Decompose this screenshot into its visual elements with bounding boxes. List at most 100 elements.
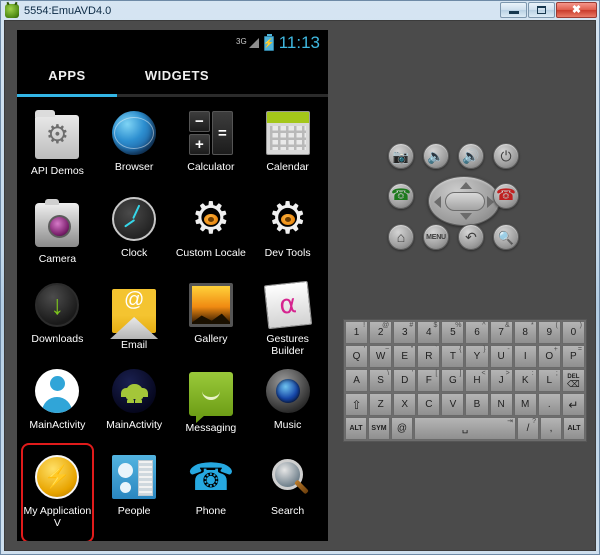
- key-g[interactable]: G]: [441, 369, 465, 392]
- key-v[interactable]: V: [441, 393, 465, 416]
- maximize-button[interactable]: [528, 2, 555, 18]
- key-sup: ): [579, 322, 582, 329]
- app-icon-custom-locale[interactable]: ⚙ Custom Locale: [173, 191, 250, 277]
- key-4[interactable]: 4 $: [417, 321, 441, 344]
- key-o[interactable]: O +: [537, 345, 561, 368]
- key-z[interactable]: Z: [369, 393, 393, 416]
- key-8[interactable]: 8 *: [513, 321, 537, 344]
- home-button[interactable]: ⌂: [388, 224, 414, 250]
- app-icon-phone[interactable]: Phone: [173, 449, 250, 535]
- app-icon-messaging[interactable]: Messaging: [173, 363, 250, 449]
- app-label: Browser: [114, 161, 154, 173]
- app-icon-gallery[interactable]: Gallery: [173, 277, 250, 363]
- key-label: S: [377, 375, 384, 386]
- key-f[interactable]: F[: [417, 369, 441, 392]
- app-icon-mainactivity-2[interactable]: MainActivity: [96, 363, 173, 449]
- key-d[interactable]: D ': [393, 369, 417, 392]
- key-alt-left[interactable]: ALT: [345, 417, 367, 440]
- app-icon-people[interactable]: People: [96, 449, 173, 535]
- app-icon-search[interactable]: Search: [249, 449, 326, 535]
- app-icon-camera[interactable]: Camera: [19, 191, 96, 277]
- key-j[interactable]: J >: [489, 369, 513, 392]
- key-r[interactable]: R `: [417, 345, 441, 368]
- app-icon-calculator[interactable]: − = + Calculator: [173, 105, 250, 191]
- key-c[interactable]: C: [417, 393, 441, 416]
- key-b[interactable]: B: [465, 393, 489, 416]
- app-icon-music[interactable]: Music: [249, 363, 326, 449]
- key-x[interactable]: X: [393, 393, 417, 416]
- key-t[interactable]: T{: [441, 345, 465, 368]
- app-icon-downloads[interactable]: Downloads: [19, 277, 96, 363]
- key-q[interactable]: Q ': [345, 345, 369, 368]
- app-icon-email[interactable]: Email: [96, 277, 173, 363]
- app-icon-dev-tools[interactable]: ⚙ Dev Tools: [249, 191, 326, 277]
- dpad-down-icon[interactable]: [460, 213, 472, 220]
- app-icon-clock[interactable]: Clock: [96, 191, 173, 277]
- key-i[interactable]: I: [513, 345, 537, 368]
- key-shift[interactable]: ⇧: [345, 393, 369, 416]
- volume-down-button[interactable]: 🔈: [423, 143, 449, 169]
- gesture-pad-icon: [263, 280, 312, 330]
- dpad[interactable]: [428, 176, 500, 226]
- key-6[interactable]: 6 ^: [465, 321, 489, 344]
- key-label: R: [425, 351, 433, 362]
- key-m[interactable]: M: [513, 393, 537, 416]
- tab-widgets[interactable]: WIDGETS: [117, 56, 237, 94]
- key-7[interactable]: 7 &: [489, 321, 513, 344]
- key-sup: {: [459, 346, 462, 353]
- key-5[interactable]: 5%: [441, 321, 465, 344]
- key-l[interactable]: L;: [537, 369, 561, 392]
- key-enter[interactable]: ↵: [561, 393, 585, 416]
- key-space[interactable]: ␣ ⇥: [414, 417, 516, 440]
- key-comma[interactable]: ,: [540, 417, 562, 440]
- dpad-up-icon[interactable]: [460, 182, 472, 189]
- key-w[interactable]: W ~: [369, 345, 393, 368]
- key-2[interactable]: 2 @: [369, 321, 393, 344]
- key-a[interactable]: A: [345, 369, 369, 392]
- app-icon-browser[interactable]: Browser: [96, 105, 173, 191]
- volume-up-button[interactable]: 🔊: [458, 143, 484, 169]
- call-button[interactable]: ☎: [388, 183, 414, 209]
- key-alt-right[interactable]: ALT: [563, 417, 585, 440]
- key-delete[interactable]: DEL ⌫: [561, 369, 585, 392]
- key-label: /: [526, 423, 530, 434]
- app-icon-mainactivity-1[interactable]: MainActivity: [19, 363, 96, 449]
- key-3[interactable]: 3 #: [393, 321, 417, 344]
- end-call-button[interactable]: ☎: [493, 183, 519, 209]
- key-9[interactable]: 9(: [537, 321, 561, 344]
- key-1[interactable]: 1!: [345, 321, 369, 344]
- dpad-left-icon[interactable]: [434, 196, 441, 208]
- minimize-button[interactable]: [500, 2, 527, 18]
- contact-card-icon: [112, 455, 157, 499]
- key-slash[interactable]: / ?: [517, 417, 539, 440]
- app-icon-api-demos[interactable]: API Demos: [19, 105, 96, 191]
- tab-apps[interactable]: APPS: [17, 56, 117, 94]
- search-button[interactable]: 🔍: [493, 224, 519, 250]
- app-icon-my-application-v[interactable]: My Application V: [19, 443, 96, 541]
- key-sym[interactable]: SYM: [368, 417, 390, 440]
- close-button[interactable]: ✖: [556, 2, 597, 18]
- key-label: I: [523, 351, 527, 362]
- key-k[interactable]: K:: [513, 369, 537, 392]
- power-button[interactable]: ⏻: [493, 143, 519, 169]
- key-period[interactable]: .: [537, 393, 561, 416]
- key-y[interactable]: Y}: [465, 345, 489, 368]
- dpad-center-button[interactable]: [445, 192, 485, 211]
- key-s[interactable]: S \: [369, 369, 393, 392]
- device-screen[interactable]: 3G ⚡ 11:13 APPS WIDGETS ⚙ API Demos Brow…: [17, 30, 328, 541]
- key-h[interactable]: H <: [465, 369, 489, 392]
- back-button[interactable]: ↶: [458, 224, 484, 250]
- gear-icon: ⚙: [266, 197, 310, 241]
- key-n[interactable]: N: [489, 393, 513, 416]
- menu-button[interactable]: MENU: [423, 224, 449, 250]
- camera-button[interactable]: 📷: [388, 143, 414, 169]
- app-icon-gestures-builder[interactable]: Gestures Builder: [249, 277, 326, 363]
- key-u[interactable]: U-: [489, 345, 513, 368]
- key-label: 1: [353, 327, 360, 338]
- key-at[interactable]: @: [391, 417, 413, 440]
- key-label: Y: [473, 351, 481, 362]
- app-icon-calendar[interactable]: Calendar: [249, 105, 326, 191]
- key-0[interactable]: 0): [561, 321, 585, 344]
- key-p[interactable]: P =: [561, 345, 585, 368]
- key-e[interactable]: E ": [393, 345, 417, 368]
